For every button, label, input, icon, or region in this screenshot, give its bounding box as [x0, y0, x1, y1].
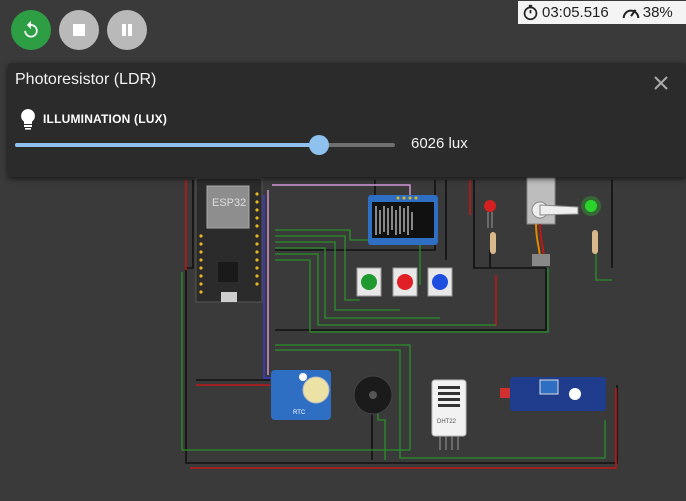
pushbutton-blue[interactable] [427, 267, 453, 297]
buzzer[interactable] [353, 375, 393, 415]
speedometer-icon [621, 4, 641, 21]
esp32-board[interactable]: ESP32 [195, 177, 263, 303]
lightbulb-icon [21, 109, 35, 130]
oled-display[interactable] [368, 195, 438, 245]
rtc-label: RTC [293, 410, 306, 416]
stop-icon [73, 24, 85, 36]
photoresistor-module[interactable] [500, 377, 606, 411]
illumination-label: ILLUMINATION (LUX) [43, 112, 168, 126]
led-green[interactable] [581, 196, 601, 216]
status-bar: 03:05.516 38% [518, 1, 686, 24]
rtc-module[interactable]: RTC [271, 370, 331, 420]
stop-button[interactable] [59, 10, 99, 50]
esp32-label: ESP32 [212, 197, 246, 209]
stopwatch-icon [522, 4, 539, 21]
dht-label: DHT22 [437, 419, 457, 425]
illumination-slider[interactable] [15, 135, 395, 155]
cpu-usage: 38% [642, 4, 673, 21]
pause-icon [122, 24, 132, 36]
pause-button[interactable] [107, 10, 147, 50]
restart-button[interactable] [11, 10, 51, 50]
slider-fill [15, 143, 319, 147]
pushbutton-green[interactable] [356, 267, 382, 297]
slider-thumb[interactable] [309, 135, 329, 155]
resistor-2 [592, 230, 598, 254]
resistor-1 [490, 232, 496, 254]
close-icon[interactable] [651, 73, 671, 93]
pushbutton-red[interactable] [392, 267, 418, 297]
component-property-panel: Photoresistor (LDR) ILLUMINATION (LUX) 6… [8, 63, 686, 177]
simulation-timer: 03:05.516 [542, 4, 609, 21]
panel-title: Photoresistor (LDR) [15, 71, 157, 88]
illumination-value: 6026 lux [411, 135, 468, 152]
restart-icon [24, 20, 38, 38]
